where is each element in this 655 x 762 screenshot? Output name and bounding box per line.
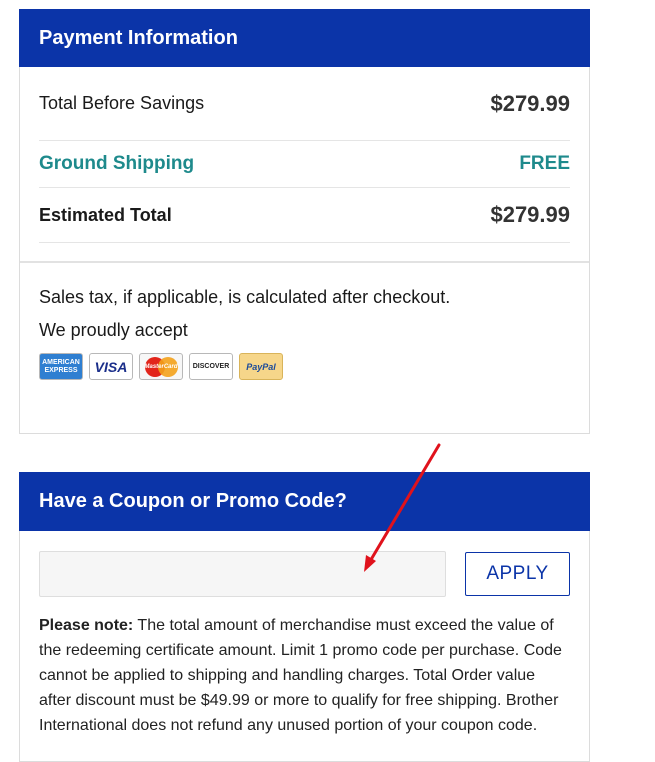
coupon-panel: Have a Coupon or Promo Code? APPLY Pleas… <box>19 472 590 762</box>
coupon-note-text: The total amount of merchandise must exc… <box>39 617 562 734</box>
subtotal-value: $279.99 <box>490 90 570 116</box>
tax-info: Sales tax, if applicable, is calculated … <box>20 263 589 380</box>
subtotal-label: Total Before Savings <box>39 93 205 113</box>
accept-label: We proudly accept <box>39 320 188 340</box>
coupon-note: Please note: The total amount of merchan… <box>39 613 570 738</box>
order-summary: Total Before Savings $279.99 Ground Ship… <box>20 67 589 243</box>
summary-row-total: Estimated Total $279.99 <box>39 188 570 243</box>
payment-header: Payment Information <box>19 9 590 67</box>
coupon-header: Have a Coupon or Promo Code? <box>19 472 590 531</box>
payment-information-panel: Payment Information Total Before Savings… <box>19 9 590 434</box>
visa-card-icon: VISA <box>89 353 133 380</box>
apply-button[interactable]: APPLY <box>465 552 570 596</box>
coupon-code-input[interactable] <box>39 551 446 597</box>
mastercard-card-icon: MasterCard <box>139 353 183 380</box>
amex-card-icon: AMERICAN EXPRESS <box>39 353 83 380</box>
coupon-title: Have a Coupon or Promo Code? <box>39 490 347 512</box>
coupon-note-bold: Please note: <box>39 617 134 634</box>
summary-row-shipping: Ground Shipping FREE <box>39 141 570 188</box>
shipping-label: Ground Shipping <box>39 153 195 174</box>
accepted-cards: AMERICAN EXPRESS VISA MasterCard DISCOVE… <box>39 353 570 380</box>
paypal-card-icon: PayPal <box>239 353 283 380</box>
summary-row-subtotal: Total Before Savings $279.99 <box>39 67 570 141</box>
tax-note: Sales tax, if applicable, is calculated … <box>39 287 451 307</box>
total-label: Estimated Total <box>39 204 172 225</box>
payment-title: Payment Information <box>39 26 238 49</box>
shipping-value: FREE <box>519 153 570 174</box>
coupon-entry-row: APPLY <box>39 551 570 597</box>
discover-card-icon: DISCOVER <box>189 353 233 380</box>
apply-button-label: APPLY <box>486 563 549 584</box>
total-value: $279.99 <box>490 202 570 227</box>
coupon-body: APPLY Please note: The total amount of m… <box>20 531 589 758</box>
